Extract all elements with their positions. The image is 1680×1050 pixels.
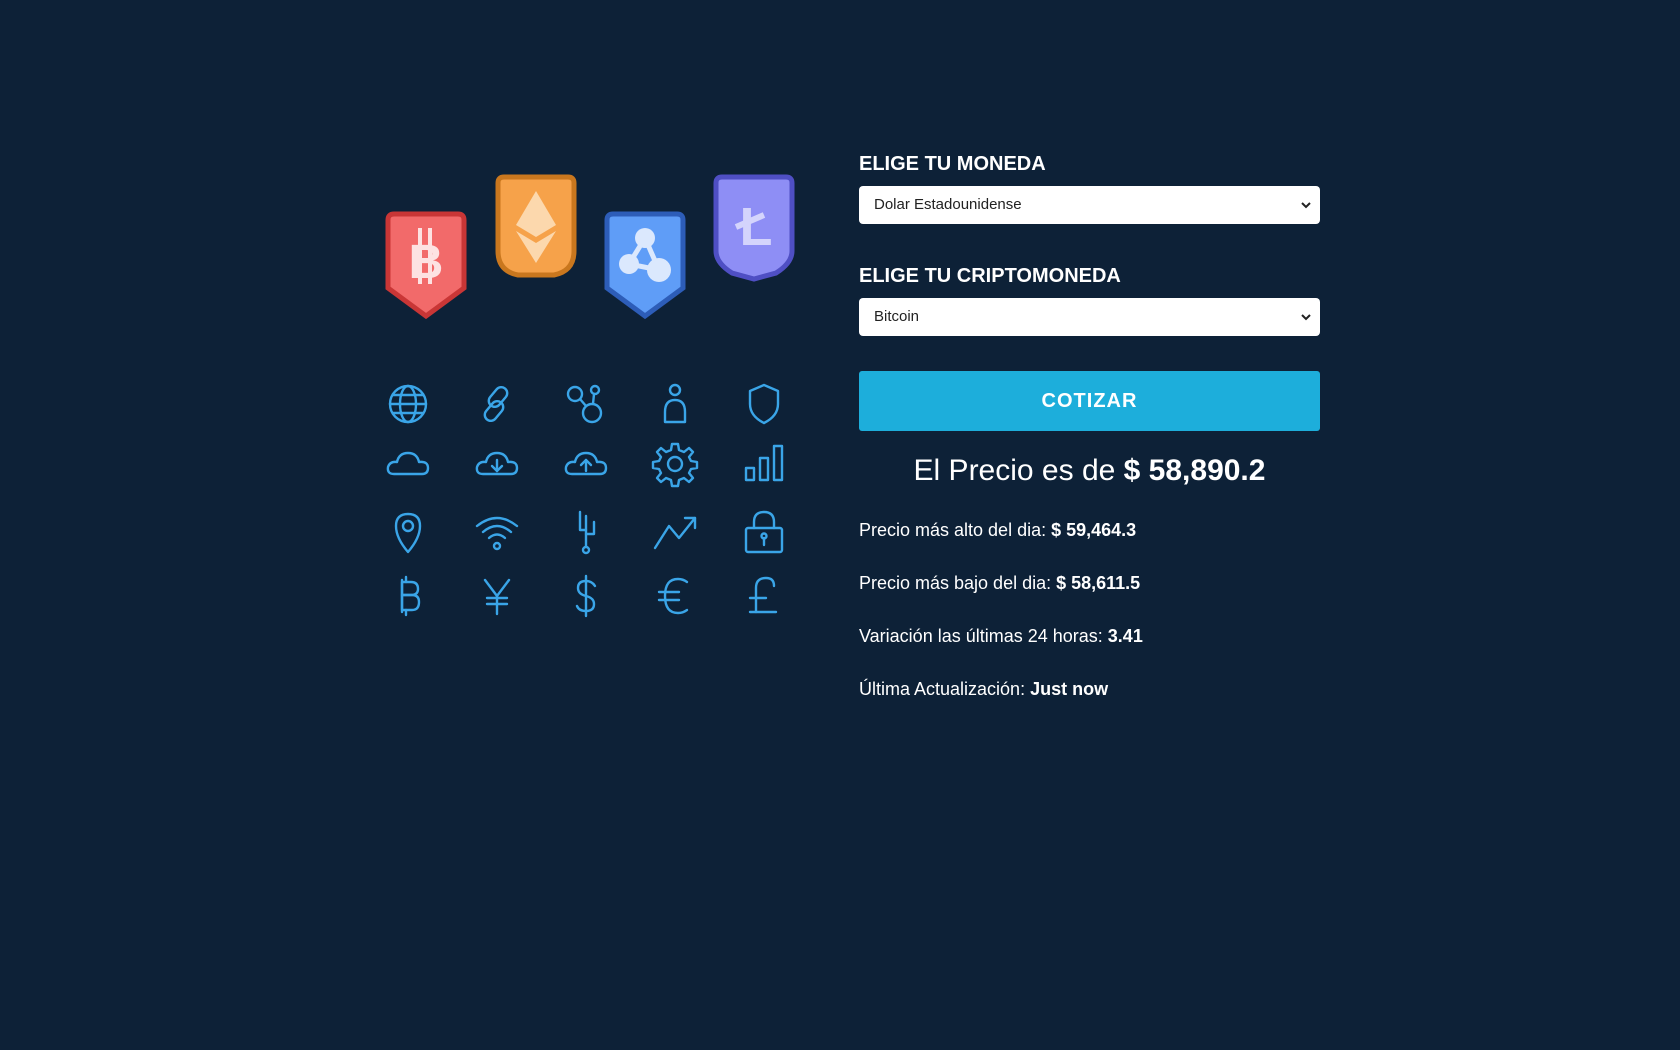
pound-icon	[740, 572, 788, 620]
wifi-icon	[473, 508, 521, 556]
trend-up-icon	[651, 508, 699, 556]
quote-button[interactable]: COTIZAR	[859, 371, 1320, 431]
change-value: 3.41	[1107, 626, 1143, 646]
lock-icon	[740, 508, 788, 556]
bitcoin-symbol-icon	[384, 572, 432, 620]
chevron-down-icon	[1300, 311, 1312, 323]
cloud-download-icon	[473, 440, 521, 488]
crypto-select[interactable]: Bitcoin	[859, 298, 1320, 336]
currency-label: ELIGE TU MONEDA	[859, 153, 1046, 175]
yen-icon	[473, 572, 521, 620]
cloud-upload-icon	[562, 440, 610, 488]
currency-select[interactable]: Dolar Estadounidense	[859, 186, 1320, 224]
updated-line: Última Actualización: Just now	[859, 678, 1320, 700]
high-price-line: Precio más alto del dia: $ 59,464.3	[859, 519, 1320, 541]
bitcoin-icon: B	[384, 208, 468, 322]
updated-value: Just now	[1030, 679, 1109, 699]
crypto-label: ELIGE TU CRIPTOMONEDA	[859, 265, 1121, 287]
globe-icon	[384, 380, 432, 428]
bar-chart-icon	[740, 440, 788, 488]
crypto-select-value: Bitcoin	[874, 308, 920, 325]
chevron-down-icon	[1300, 199, 1312, 211]
ripple-icon	[603, 208, 687, 322]
user-icon	[651, 380, 699, 428]
euro-icon	[651, 572, 699, 620]
result-panel: El Precio es de $ 58,890.2 Precio más al…	[859, 453, 1320, 700]
circuit-icon	[562, 508, 610, 556]
low-price-value: $ 58,611.5	[1056, 573, 1141, 593]
change-line: Variación las últimas 24 horas: 3.41	[859, 625, 1320, 647]
cloud-icon	[384, 440, 432, 488]
svg-text:L: L	[740, 197, 773, 257]
price-line: El Precio es de $ 58,890.2	[859, 453, 1320, 489]
currency-select-value: Dolar Estadounidense	[874, 196, 1022, 213]
svg-text:B: B	[409, 236, 444, 289]
dollar-icon	[562, 572, 610, 620]
litecoin-icon: L	[712, 171, 796, 285]
low-price-line: Precio más bajo del dia: $ 58,611.5	[859, 572, 1320, 594]
high-price-label: Precio más alto del dia:	[859, 520, 1052, 540]
price-value: $ 58,890.2	[1123, 454, 1266, 487]
quote-form: ELIGE TU MONEDA Dolar Estadounidense ELI…	[859, 152, 1320, 731]
high-price-value: $ 59,464.3	[1051, 520, 1137, 540]
change-label: Variación las últimas 24 horas:	[859, 626, 1108, 646]
low-price-label: Precio más bajo del dia:	[859, 573, 1057, 593]
crypto-illustration: B L	[384, 168, 804, 638]
link-icon	[473, 380, 521, 428]
price-prefix: El Precio es de	[913, 454, 1124, 487]
network-icon	[562, 380, 610, 428]
page: B L ELIGE TU MONEDA Dolar Estadounidense…	[0, 0, 1680, 1050]
gear-icon	[651, 440, 699, 488]
ethereum-icon	[494, 171, 578, 285]
location-pin-icon	[384, 508, 432, 556]
updated-label: Última Actualización:	[859, 679, 1031, 699]
shield-icon	[740, 380, 788, 428]
